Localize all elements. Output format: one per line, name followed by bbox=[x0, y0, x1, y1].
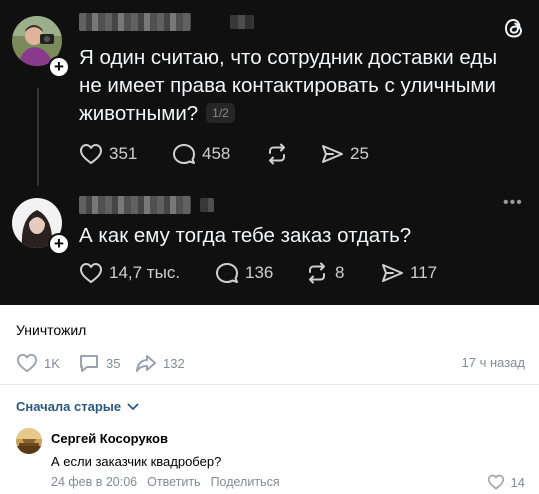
share-button[interactable]: 117 bbox=[380, 262, 437, 284]
threads-logo-icon bbox=[503, 16, 525, 45]
follow-plus-button[interactable]: + bbox=[48, 233, 70, 255]
threads-screenshot: + Я один считаю, что сотрудник доставки … bbox=[0, 0, 539, 305]
reply-text: А как ему тогда тебе заказ отдать? bbox=[79, 224, 412, 247]
comment-button[interactable]: 35 bbox=[78, 353, 120, 373]
comments-sort-dropdown[interactable]: Сначала старые bbox=[16, 399, 139, 414]
share-count: 117 bbox=[410, 263, 438, 282]
post-text-line: животными? 1/2 bbox=[79, 100, 497, 128]
share-button[interactable]: 132 bbox=[135, 353, 185, 373]
post-timestamp[interactable]: 17 ч назад bbox=[462, 355, 526, 370]
reply-button[interactable]: 458 bbox=[172, 143, 230, 165]
repost-icon bbox=[309, 262, 325, 284]
repost-button[interactable]: 8 bbox=[305, 262, 344, 284]
post-text-line-end: животными? bbox=[79, 102, 199, 125]
like-count: 351 bbox=[109, 144, 138, 163]
divider bbox=[0, 384, 539, 385]
heart-icon bbox=[487, 474, 504, 490]
heart-icon bbox=[80, 144, 102, 164]
repost-button[interactable] bbox=[265, 143, 295, 165]
post-text-line: Я один считаю, что сотрудник доставки ед… bbox=[79, 46, 498, 69]
send-icon bbox=[322, 145, 343, 163]
like-count: 14,7 тыс. bbox=[109, 263, 181, 282]
post-text: Я один считаю, что сотрудник доставки ед… bbox=[79, 44, 497, 128]
comment-author[interactable]: Сергей Косоруков bbox=[51, 431, 168, 446]
reply-count: 458 bbox=[202, 144, 231, 163]
heart-icon bbox=[16, 353, 37, 373]
blurred-timestamp bbox=[230, 15, 254, 29]
chevron-down-icon bbox=[127, 403, 139, 410]
share-button[interactable]: 25 bbox=[320, 143, 369, 165]
heart-icon bbox=[80, 263, 102, 283]
comment-count: 35 bbox=[106, 355, 121, 371]
comment-icon bbox=[80, 355, 98, 372]
reply-count: 136 bbox=[245, 263, 274, 282]
like-button[interactable]: 1K bbox=[16, 353, 60, 373]
reply-button[interactable]: 136 bbox=[215, 262, 273, 284]
blurred-username bbox=[79, 13, 191, 31]
like-button[interactable]: 351 bbox=[79, 143, 137, 165]
post-caption: Уничтожил bbox=[16, 322, 87, 338]
comment-like-button[interactable]: 14 bbox=[487, 474, 525, 490]
like-count: 1K bbox=[44, 355, 60, 371]
comment-like-count: 14 bbox=[510, 474, 525, 490]
send-icon bbox=[382, 264, 403, 282]
reply-link[interactable]: Ответить bbox=[147, 475, 200, 489]
comment-text: А если заказчик квадробер? bbox=[51, 454, 222, 469]
page-indicator: 1/2 bbox=[206, 103, 235, 123]
comment-meta: 24 фев в 20:06 Ответить Поделиться bbox=[51, 475, 280, 489]
share-count: 25 bbox=[350, 144, 369, 163]
blurred-timestamp bbox=[200, 198, 214, 212]
follow-plus-button[interactable]: + bbox=[48, 56, 70, 78]
thread-connector-line bbox=[37, 88, 39, 186]
post-text-line: не имеет права контактировать с уличными bbox=[79, 74, 496, 97]
share-link[interactable]: Поделиться bbox=[211, 475, 280, 489]
comment-bubble-icon bbox=[216, 263, 238, 283]
share-arrow-icon bbox=[136, 355, 156, 372]
sort-label: Сначала старые bbox=[16, 399, 122, 414]
share-count: 132 bbox=[163, 355, 185, 371]
more-options-icon[interactable]: ••• bbox=[503, 194, 523, 212]
repost-icon bbox=[269, 143, 285, 165]
like-button[interactable]: 14,7 тыс. bbox=[79, 262, 180, 284]
blurred-username bbox=[79, 196, 191, 214]
repost-count: 8 bbox=[335, 263, 345, 282]
comment-bubble-icon bbox=[173, 144, 195, 164]
avatar[interactable] bbox=[16, 428, 42, 454]
comment-date[interactable]: 24 фев в 20:06 bbox=[51, 475, 137, 489]
